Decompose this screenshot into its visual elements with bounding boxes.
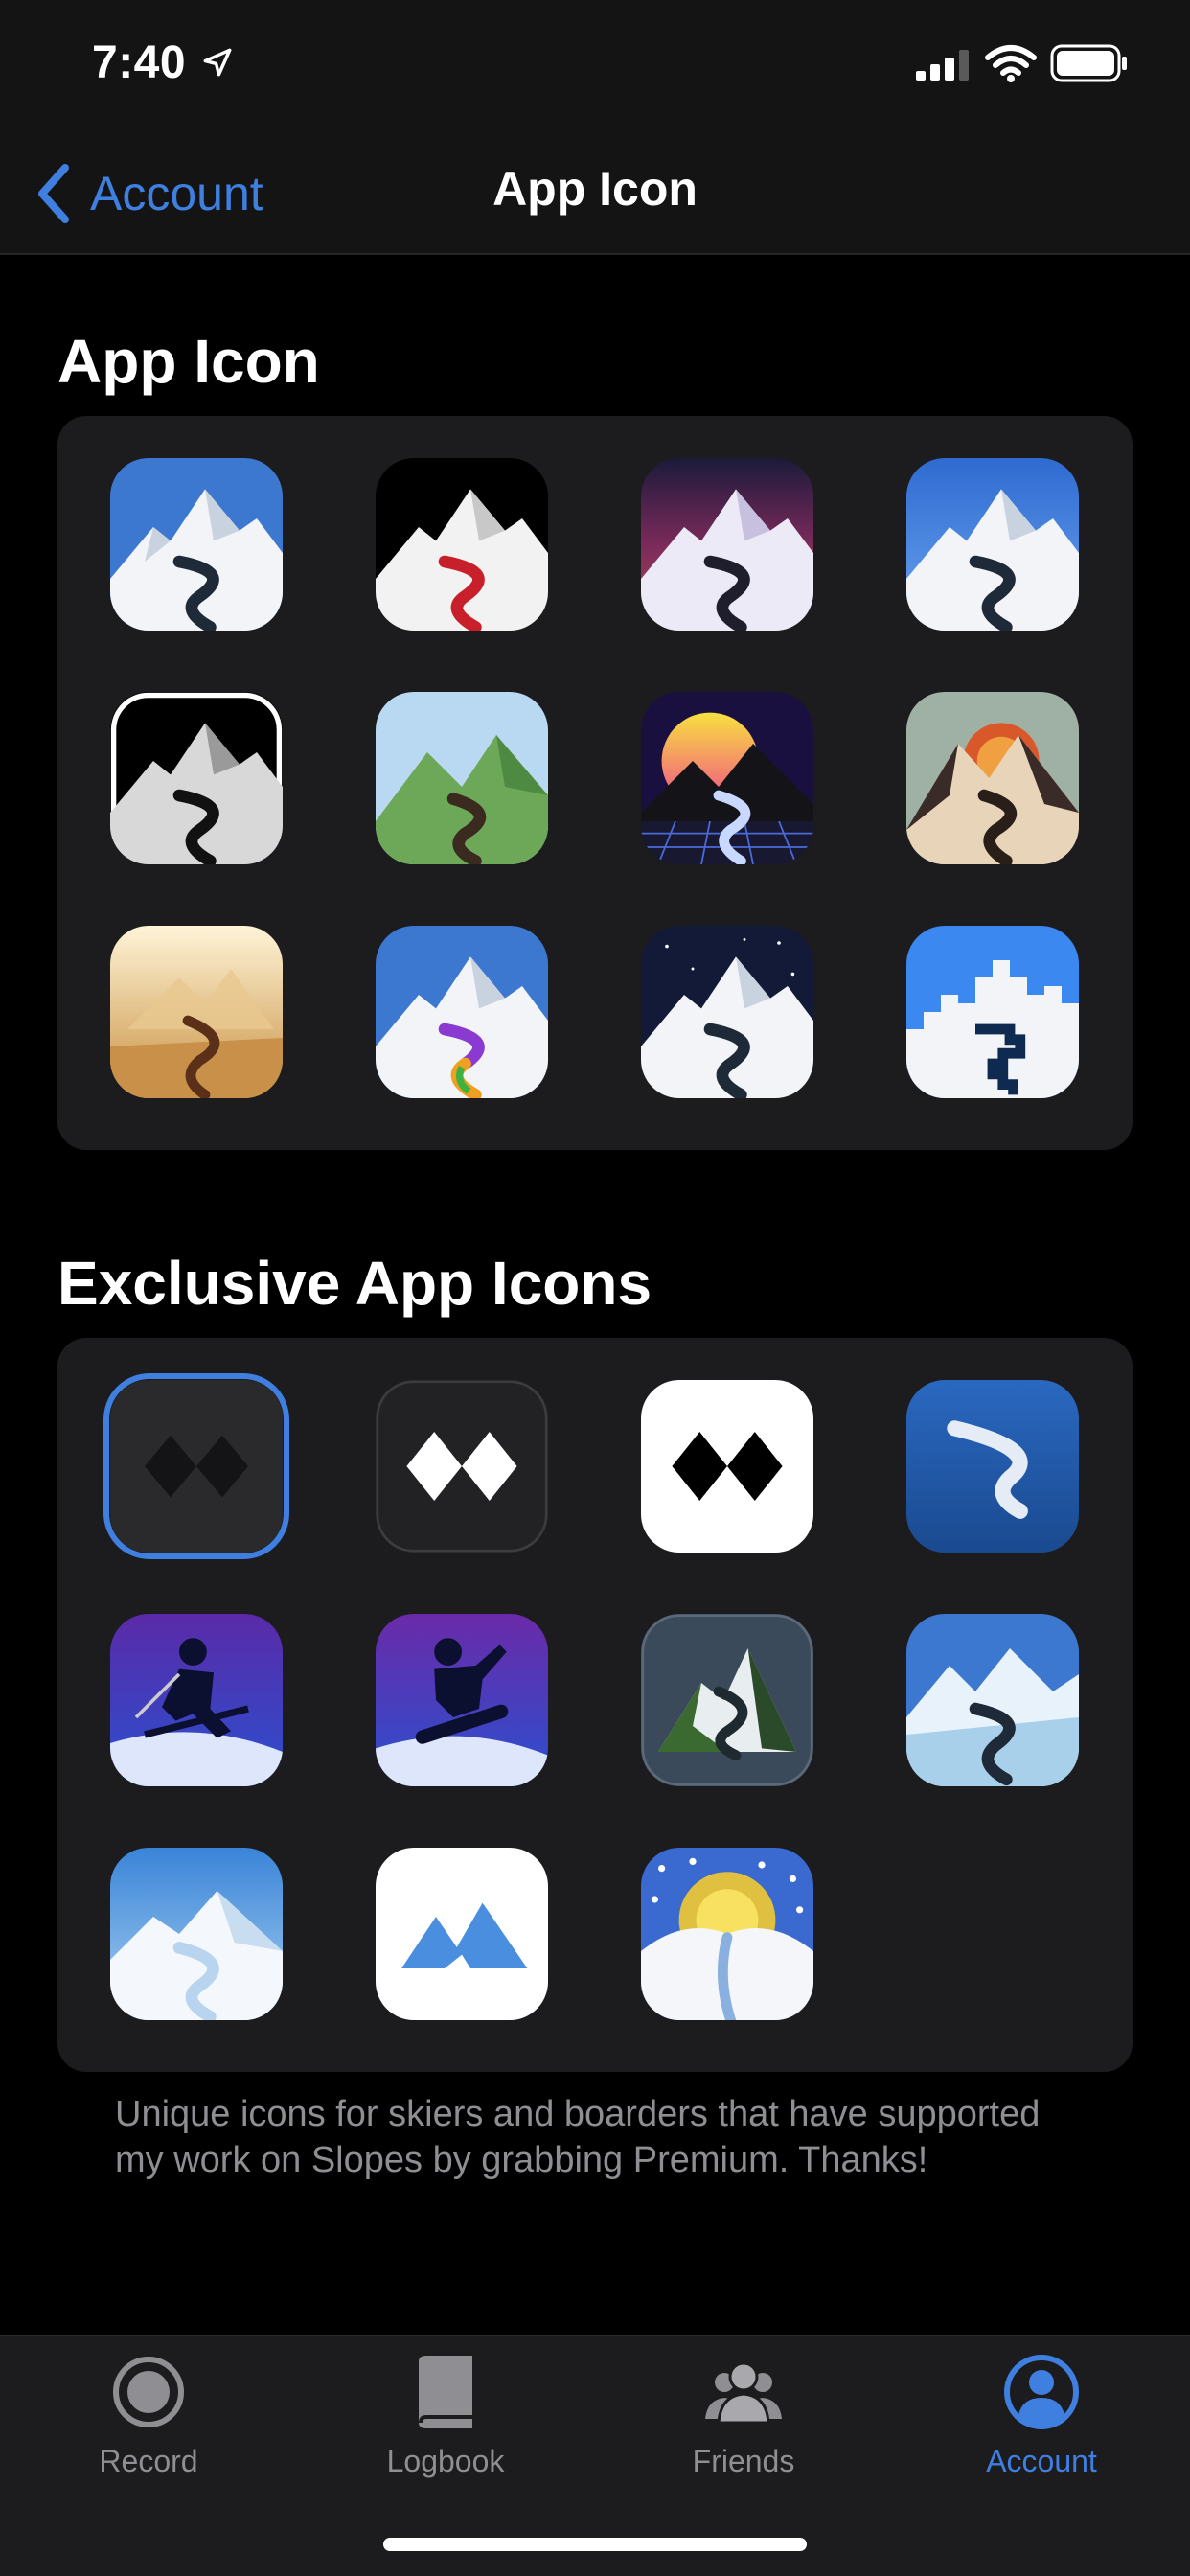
gradient-blue-icon[interactable] xyxy=(906,458,1079,631)
soft-blue-icon[interactable] xyxy=(110,1848,283,2020)
screen: 7:40 Account App Icon App Icon Exclusive… xyxy=(0,0,1190,2576)
book-icon xyxy=(419,2356,472,2428)
tab-account[interactable]: Account xyxy=(893,2352,1190,2515)
retro-synthwave-icon[interactable] xyxy=(641,692,813,864)
starry-night-icon[interactable] xyxy=(641,926,813,1098)
friends-icon xyxy=(705,2361,782,2425)
tab-record-label: Record xyxy=(99,2444,198,2478)
navigation-bar: Account App Icon xyxy=(0,134,1190,255)
minimal-peaks-icon[interactable] xyxy=(376,1848,548,2020)
record-icon xyxy=(113,2357,184,2427)
wifi-icon xyxy=(985,45,1037,82)
tab-friends-label: Friends xyxy=(692,2444,795,2478)
cellular-signal-icon xyxy=(916,50,969,80)
tab-account-label: Account xyxy=(986,2444,1097,2478)
exclusive-section-title: Exclusive App Icons xyxy=(57,1249,652,1318)
tab-record[interactable]: Record xyxy=(0,2352,297,2515)
dusk-purple-icon[interactable] xyxy=(641,458,813,631)
white-diamonds-icon[interactable] xyxy=(641,1380,813,1552)
snowy-sun-icon[interactable] xyxy=(641,1848,813,2020)
snowboarder-purple-icon[interactable] xyxy=(376,1614,548,1786)
app-icon-section-title: App Icon xyxy=(57,327,320,396)
dark-diamonds-icon[interactable] xyxy=(110,1380,283,1552)
app-icon-card xyxy=(57,416,1133,1150)
location-arrow-icon xyxy=(203,48,232,77)
exclusive-icon-card xyxy=(57,1338,1133,2072)
tab-friends[interactable]: Friends xyxy=(595,2352,892,2515)
realistic-mountain-icon[interactable] xyxy=(641,1614,813,1786)
exclusive-footnote: Unique icons for skiers and boarders tha… xyxy=(115,2094,1041,2180)
tab-logbook[interactable]: Logbook xyxy=(297,2352,594,2515)
page-title: App Icon xyxy=(492,162,698,216)
green-hills-icon[interactable] xyxy=(376,692,548,864)
account-icon xyxy=(1004,2355,1079,2429)
desert-gold-icon[interactable] xyxy=(110,926,283,1098)
sunset-beige-icon[interactable] xyxy=(906,692,1079,864)
tab-logbook-label: Logbook xyxy=(386,2444,505,2478)
blue-s-icon[interactable] xyxy=(906,1380,1079,1552)
battery-icon xyxy=(1050,44,1127,82)
home-indicator[interactable] xyxy=(383,2538,807,2551)
status-time: 7:40 xyxy=(92,37,187,88)
status-bar: 7:40 xyxy=(0,0,1190,134)
gray-diamonds-icon[interactable] xyxy=(376,1380,548,1552)
pixel-blue-icon[interactable] xyxy=(906,926,1079,1098)
night-red-icon[interactable] xyxy=(376,458,548,631)
monochrome-icon[interactable] xyxy=(110,692,283,864)
classic-blue-icon[interactable] xyxy=(110,458,283,631)
pride-rainbow-icon[interactable] xyxy=(376,926,548,1098)
blue-ice-icon[interactable] xyxy=(906,1614,1079,1786)
skier-purple-icon[interactable] xyxy=(110,1614,283,1786)
